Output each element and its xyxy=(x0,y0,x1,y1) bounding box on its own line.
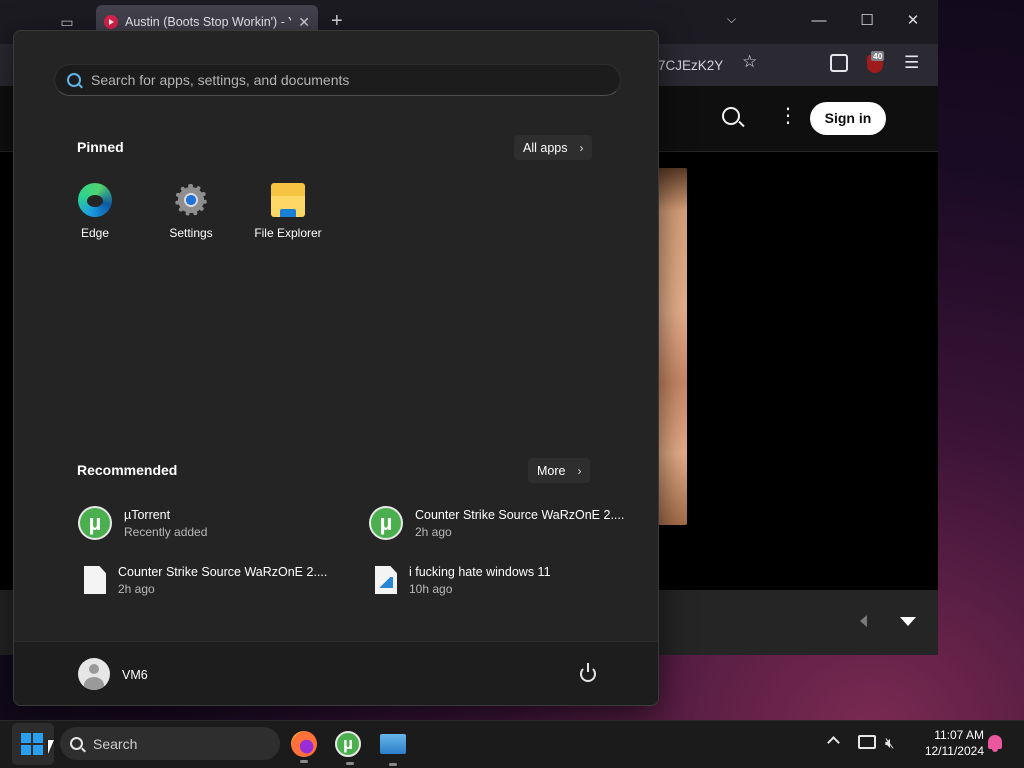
start-search-box[interactable] xyxy=(54,64,621,96)
windows-logo-icon[interactable] xyxy=(21,733,43,755)
remote-desktop-icon[interactable] xyxy=(380,734,406,766)
settings-icon xyxy=(174,183,208,217)
chevron-right-icon: › xyxy=(579,140,584,155)
sign-in-button[interactable]: Sign in xyxy=(810,102,886,135)
tab-title: Austin (Boots Stop Workin') - Yo xyxy=(125,15,292,29)
notification-bell-icon[interactable] xyxy=(988,735,1002,752)
clock-date: 12/11/2024 xyxy=(924,744,984,758)
user-name[interactable]: VM6 xyxy=(122,668,148,682)
pinned-app-label: Edge xyxy=(80,226,110,240)
utorrent-icon xyxy=(369,506,403,540)
user-avatar[interactable] xyxy=(78,658,110,690)
recommended-item-name: Counter Strike Source WaRzOnE 2.... xyxy=(118,564,328,579)
start-search-input[interactable] xyxy=(91,72,620,88)
previous-icon[interactable] xyxy=(860,615,867,627)
search-icon[interactable] xyxy=(722,107,740,125)
recommended-heading: Recommended xyxy=(77,462,178,478)
more-button[interactable]: More › xyxy=(528,458,591,483)
recommended-item-name: µTorrent xyxy=(124,507,171,522)
taskbar-search-label: Search xyxy=(93,735,138,752)
recommended-item[interactable]: Counter Strike Source WaRzOnE 2.... 2h a… xyxy=(369,503,639,543)
image-file-icon xyxy=(375,566,397,594)
tab-overview-icon[interactable]: ▭ xyxy=(57,12,77,32)
minimize-icon[interactable]: — xyxy=(808,10,830,32)
bookmark-star-icon[interactable]: ☆ xyxy=(742,52,757,72)
firefox-icon[interactable] xyxy=(291,731,317,763)
pinned-app-edge[interactable]: Edge xyxy=(47,183,143,249)
file-icon xyxy=(84,566,106,594)
pinned-app-file-explorer[interactable]: File Explorer xyxy=(240,183,336,249)
recommended-item[interactable]: Counter Strike Source WaRzOnE 2.... 2h a… xyxy=(78,560,348,600)
expand-down-icon[interactable] xyxy=(900,617,916,626)
pinned-app-label: File Explorer xyxy=(254,226,322,240)
recommended-item-time: Recently added xyxy=(124,524,208,539)
utorrent-icon[interactable] xyxy=(335,731,361,765)
recommended-item-name: Counter Strike Source WaRzOnE 2.... xyxy=(415,507,625,522)
edge-icon xyxy=(78,183,112,217)
close-window-icon[interactable]: ✕ xyxy=(902,10,924,32)
recommended-item-time: 10h ago xyxy=(409,581,453,596)
start-menu: Pinned All apps › Edge Settings File Exp… xyxy=(13,30,659,706)
maximize-icon[interactable]: ☐ xyxy=(856,10,878,32)
clock-time: 11:07 AM xyxy=(934,728,984,742)
mouse-cursor-icon xyxy=(48,740,54,754)
search-icon xyxy=(70,737,83,750)
recommended-item[interactable]: µTorrent Recently added xyxy=(78,503,348,543)
recommended-item[interactable]: i fucking hate windows 11 10h ago xyxy=(369,560,639,600)
hamburger-menu-icon[interactable]: ☰ xyxy=(904,53,919,73)
start-menu-footer xyxy=(14,641,658,705)
tab-close-icon[interactable]: ✕ xyxy=(298,14,310,31)
taskbar-search[interactable]: Search xyxy=(60,727,280,760)
display-icon[interactable] xyxy=(858,735,876,749)
all-apps-button[interactable]: All apps › xyxy=(514,135,593,160)
volume-muted-icon[interactable]: 🔇︎ xyxy=(885,736,894,751)
pinned-app-settings[interactable]: Settings xyxy=(143,183,239,249)
file-explorer-icon xyxy=(271,183,305,217)
more-vert-icon[interactable]: ⋮ xyxy=(778,106,798,126)
extension-badge: 40 xyxy=(871,51,885,61)
power-icon[interactable] xyxy=(580,663,596,682)
tab-list-chevron-icon[interactable]: ⌵ xyxy=(727,12,736,27)
utorrent-icon xyxy=(78,506,112,540)
chevron-right-icon: › xyxy=(577,463,582,478)
extensions-icon[interactable] xyxy=(830,54,848,72)
recommended-item-name: i fucking hate windows 11 xyxy=(409,564,551,579)
recommended-item-time: 2h ago xyxy=(118,581,155,596)
youtube-favicon-icon xyxy=(104,15,118,29)
search-icon xyxy=(67,73,81,87)
pinned-heading: Pinned xyxy=(77,139,124,155)
recommended-item-time: 2h ago xyxy=(415,524,452,539)
all-apps-label: All apps xyxy=(523,140,568,155)
system-clock[interactable]: 11:07 AM 12/11/2024 xyxy=(912,727,984,759)
pinned-app-label: Settings xyxy=(169,226,213,240)
more-label: More xyxy=(537,463,566,478)
